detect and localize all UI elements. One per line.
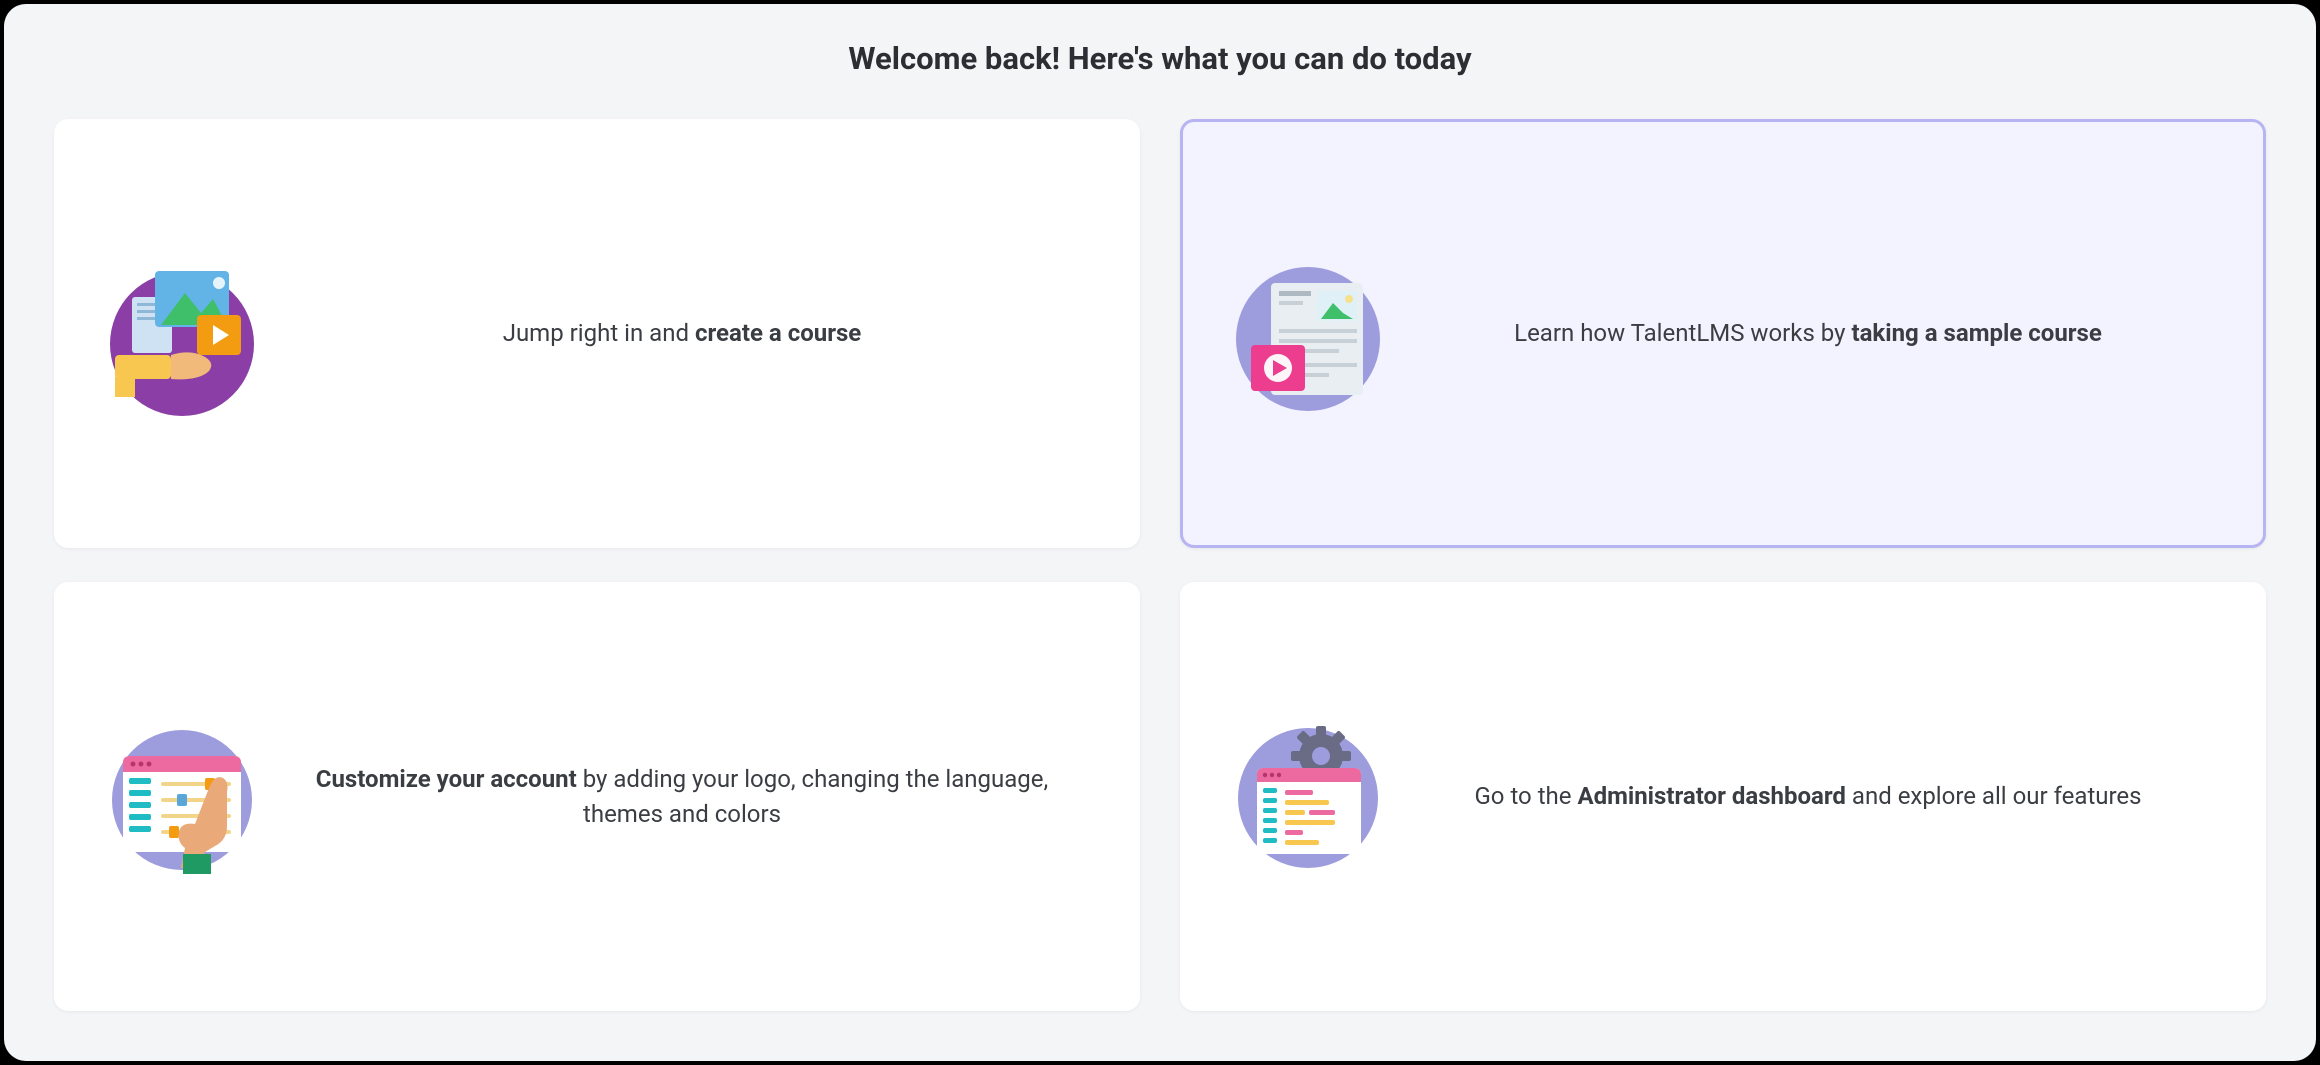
card-admin-dashboard[interactable]: Go to the Administrator dashboard and ex… [1180,582,2266,1011]
card-grid: Jump right in and create a course [54,119,2266,1011]
page-title: Welcome back! Here's what you can do tod… [54,40,2266,77]
card-sample-course[interactable]: Learn how TalentLMS works by taking a sa… [1180,119,2266,548]
text-post: and explore all our features [1846,782,2142,810]
text-pre: Learn how TalentLMS works by [1514,319,1851,347]
text-bold: create a course [695,319,861,347]
card-create-course[interactable]: Jump right in and create a course [54,119,1140,548]
text-bold: Administrator dashboard [1577,782,1845,810]
customize-account-icon [97,712,267,882]
sample-course-icon [1223,249,1393,419]
card-text: Learn how TalentLMS works by taking a sa… [1393,316,2223,351]
text-pre: Go to the [1474,782,1577,810]
card-customize-account[interactable]: Customize your account by adding your lo… [54,582,1140,1011]
text-bold: taking a sample course [1851,319,2101,347]
create-course-icon [97,249,267,419]
card-text: Go to the Administrator dashboard and ex… [1393,779,2223,814]
text-bold: Customize your account [316,765,577,793]
welcome-panel: Welcome back! Here's what you can do tod… [4,4,2316,1061]
text-pre: Jump right in and [503,319,695,347]
card-text: Jump right in and create a course [267,316,1097,351]
admin-dashboard-icon [1223,712,1393,882]
card-text: Customize your account by adding your lo… [267,762,1097,832]
text-post: by adding your logo, changing the langua… [577,765,1048,828]
